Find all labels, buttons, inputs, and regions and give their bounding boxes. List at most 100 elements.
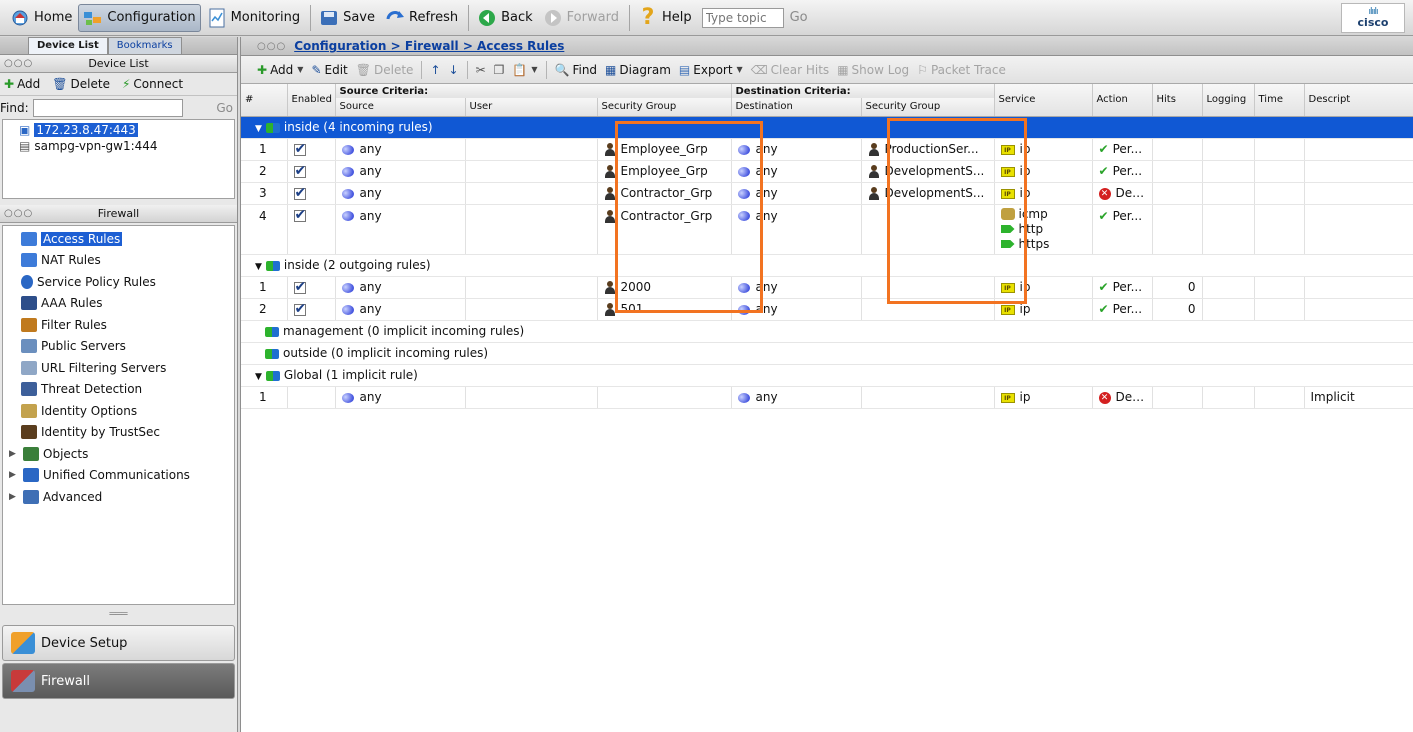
group-label: inside (2 outgoing rules) <box>283 258 431 272</box>
table-row[interactable]: 3 any Contractor_Grp any DevelopmentS...… <box>241 182 1413 205</box>
nav-item-service-policy-rules[interactable]: Service Policy Rules <box>7 271 230 293</box>
rule-group-row[interactable]: ▼ inside (4 incoming rules) <box>241 116 1413 139</box>
nav-item-aaa-rules[interactable]: AAA Rules <box>7 293 230 315</box>
enabled-checkbox[interactable] <box>293 207 306 223</box>
nav-item-identity-by-trustsec[interactable]: Identity by TrustSec <box>7 422 230 444</box>
packet-trace-button[interactable]: ⚐ Packet Trace <box>913 63 1010 77</box>
enabled-cell <box>287 276 336 299</box>
monitoring-button[interactable]: Monitoring <box>203 4 305 32</box>
table-row[interactable]: 2 any 501 any IP ip ✔Per... 0 <box>241 298 1413 321</box>
panel-splitter[interactable]: ═══ <box>0 605 237 623</box>
enabled-checkbox[interactable] <box>293 141 306 157</box>
column-header-num[interactable]: # <box>241 84 288 117</box>
column-header-dest-security-group[interactable]: Security Group <box>861 98 995 117</box>
help-button[interactable]: ? Help <box>634 4 696 32</box>
collapse-arrow-icon[interactable]: ▼ <box>255 262 262 272</box>
edit-rule-button[interactable]: ✎ Edit <box>307 63 351 77</box>
column-header-destination[interactable]: Destination <box>731 98 862 117</box>
configuration-button[interactable]: Configuration <box>78 3 201 32</box>
nav-item-filter-rules[interactable]: Filter Rules <box>7 314 230 336</box>
export-button[interactable]: ▤ Export ▼ <box>675 63 747 77</box>
device-icon: ▤ <box>19 139 31 153</box>
window-controls[interactable]: ○○○ <box>257 41 286 52</box>
column-header-logging[interactable]: Logging <box>1202 84 1255 117</box>
nav-item-nat-rules[interactable]: NAT Rules <box>7 250 230 272</box>
paste-button[interactable]: 📋 ▼ <box>508 63 541 77</box>
forward-button[interactable]: Forward <box>539 4 623 32</box>
device-setup-button[interactable]: Device Setup <box>2 625 235 661</box>
packet-trace-label: Packet Trace <box>930 62 1006 77</box>
nav-item-unified-communications[interactable]: ▶ Unified Communications <box>7 465 230 487</box>
move-down-button[interactable]: ↓ <box>445 63 463 77</box>
enabled-checkbox[interactable] <box>293 301 306 317</box>
device-find-go-button[interactable]: Go <box>216 101 233 115</box>
table-row[interactable]: 4 any Contractor_Grp any icmp http https… <box>241 204 1413 255</box>
rule-group-row[interactable]: management (0 implicit incoming rules) <box>241 320 1413 343</box>
copy-button[interactable]: ❐ <box>490 63 509 77</box>
nav-item-advanced[interactable]: ▶ Advanced <box>7 486 230 508</box>
column-header-user[interactable]: User <box>465 98 598 117</box>
show-log-button[interactable]: ▦ Show Log <box>833 63 913 77</box>
collapse-arrow-icon[interactable]: ▼ <box>255 372 262 382</box>
connect-device-button[interactable]: ⚡ Connect <box>122 77 183 91</box>
nav-item-url-filtering-servers[interactable]: URL Filtering Servers <box>7 357 230 379</box>
find-button[interactable]: 🔍 Find <box>551 63 602 77</box>
help-go-button[interactable]: Go <box>790 10 808 25</box>
add-rule-button[interactable]: ✚ Add ▼ <box>253 63 307 77</box>
table-row[interactable]: 1 any Employee_Grp any ProductionSer... … <box>241 138 1413 161</box>
tab-bookmarks[interactable]: Bookmarks <box>107 37 182 54</box>
table-row[interactable]: 1 any any IP ip ✕ Deny Implicit <box>241 386 1413 409</box>
home-icon <box>10 8 30 28</box>
expand-arrow-icon[interactable]: ▶ <box>9 449 19 459</box>
save-button[interactable]: Save <box>315 4 379 32</box>
column-header-time[interactable]: Time <box>1254 84 1305 117</box>
source-value: any <box>359 280 382 294</box>
diagram-button[interactable]: ▦ Diagram <box>601 63 675 77</box>
delete-rule-button[interactable]: 🗑 Delete <box>352 63 418 77</box>
column-header-enabled[interactable]: Enabled <box>287 84 336 117</box>
nav-item-objects[interactable]: ▶ Objects <box>7 443 230 465</box>
group-label: inside (4 incoming rules) <box>283 120 433 134</box>
home-button[interactable]: Home <box>6 4 76 32</box>
move-up-button[interactable]: ↑ <box>426 63 444 77</box>
column-header-source[interactable]: Source <box>335 98 466 117</box>
table-row[interactable]: 2 any Employee_Grp any DevelopmentS... I… <box>241 160 1413 183</box>
cut-button[interactable]: ✂ <box>472 63 490 77</box>
collapse-arrow-icon[interactable]: ▼ <box>255 124 262 134</box>
device-item[interactable]: ▤ sampg-vpn-gw1:444 <box>5 138 232 154</box>
action-value: Per... <box>1112 280 1143 294</box>
table-row[interactable]: 1 any 2000 any IP ip ✔Per... 0 <box>241 276 1413 299</box>
tab-device-list[interactable]: Device List <box>28 37 108 54</box>
nav-item-public-servers[interactable]: Public Servers <box>7 336 230 358</box>
rule-group-row[interactable]: outside (0 implicit incoming rules) <box>241 342 1413 365</box>
firewall-button[interactable]: Firewall <box>2 663 235 699</box>
rule-group-row[interactable]: ▼ inside (2 outgoing rules) <box>241 254 1413 277</box>
nav-item-identity-options[interactable]: Identity Options <box>7 400 230 422</box>
expand-arrow-icon[interactable]: ▶ <box>9 470 19 480</box>
column-header-description[interactable]: Descript <box>1304 84 1413 117</box>
enabled-checkbox[interactable] <box>293 185 306 201</box>
clear-hits-button[interactable]: ⌫ Clear Hits <box>747 63 833 77</box>
column-header-action[interactable]: Action <box>1092 84 1153 117</box>
nav-item-access-rules[interactable]: Access Rules <box>7 228 230 250</box>
breadcrumb[interactable]: Configuration > Firewall > Access Rules <box>294 39 564 53</box>
user-cell <box>465 138 598 161</box>
back-button[interactable]: Back <box>473 4 537 32</box>
expand-arrow-icon[interactable]: ▶ <box>9 492 19 502</box>
dest-security-group-cell: ProductionSer... <box>861 138 995 161</box>
description-cell <box>1304 204 1413 255</box>
rule-group-row[interactable]: ▼ Global (1 implicit rule) <box>241 364 1413 387</box>
refresh-button[interactable]: Refresh <box>381 4 462 32</box>
nav-item-threat-detection[interactable]: Threat Detection <box>7 379 230 401</box>
device-item-selected[interactable]: ▣ 172.23.8.47:443 <box>5 122 232 138</box>
enabled-checkbox[interactable] <box>293 279 306 295</box>
delete-device-button[interactable]: 🗑 Delete <box>52 77 110 91</box>
column-header-hits[interactable]: Hits <box>1152 84 1203 117</box>
enabled-checkbox[interactable] <box>293 163 306 179</box>
add-device-button[interactable]: ✚ Add <box>4 77 40 91</box>
column-header-service[interactable]: Service <box>994 84 1093 117</box>
filter-rules-icon <box>21 317 37 332</box>
column-header-source-security-group[interactable]: Security Group <box>597 98 732 117</box>
help-topic-input[interactable] <box>701 7 784 28</box>
device-find-input[interactable] <box>32 98 183 117</box>
